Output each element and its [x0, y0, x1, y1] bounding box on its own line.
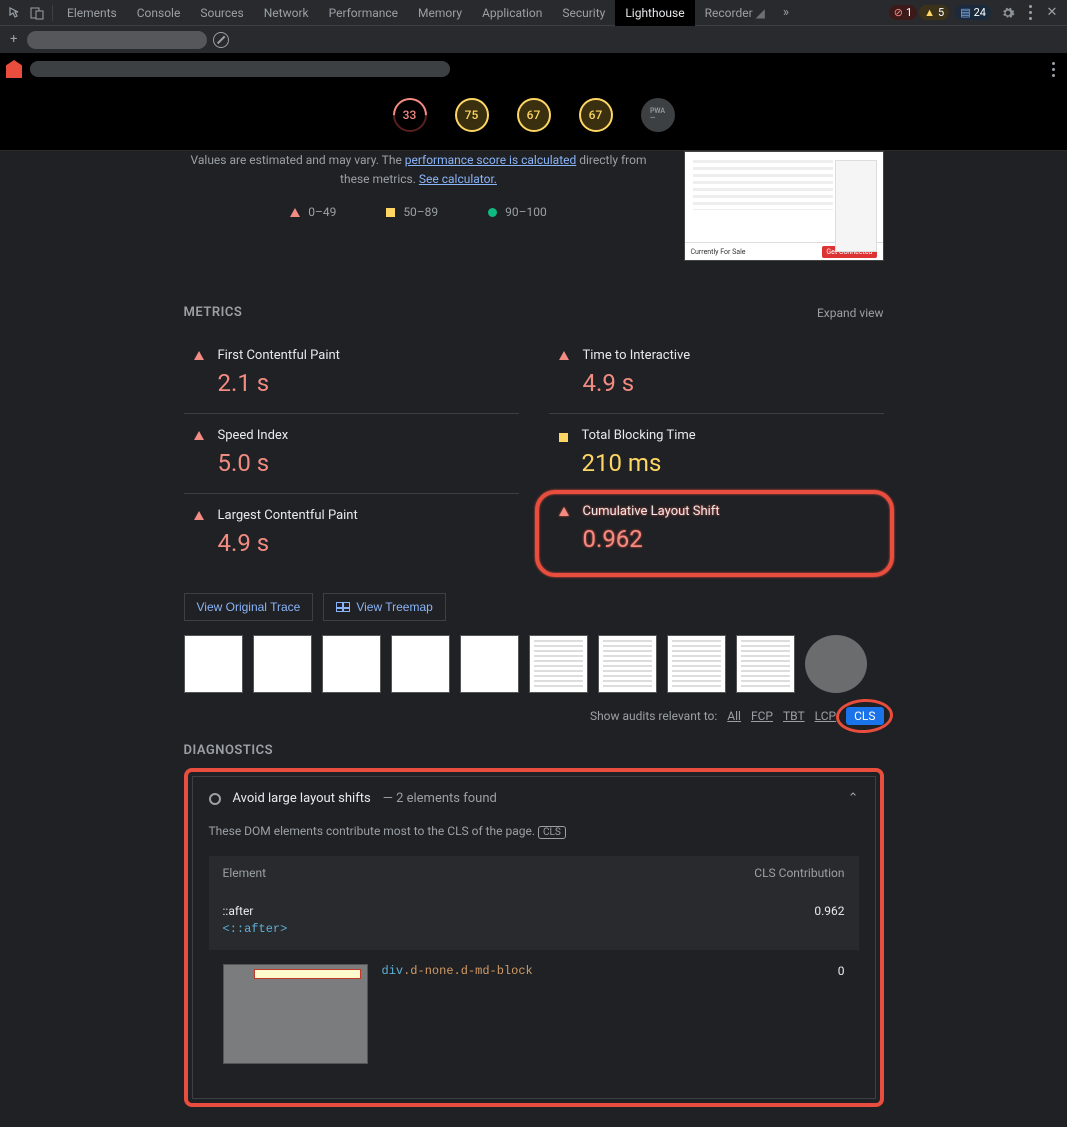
- film-frame[interactable]: [322, 635, 381, 693]
- tab-recorder[interactable]: Recorder ◢: [695, 0, 775, 26]
- legend-mid: 50–89: [386, 203, 438, 222]
- filter-tbt[interactable]: TBT: [783, 709, 805, 723]
- triangle-icon: [194, 431, 204, 440]
- divider: [52, 5, 53, 21]
- url-redacted: [30, 61, 450, 77]
- close-icon[interactable]: ✕: [1041, 2, 1063, 24]
- expand-view-link[interactable]: Expand view: [817, 306, 884, 320]
- filter-all[interactable]: All: [727, 709, 741, 723]
- view-trace-button[interactable]: View Original Trace: [184, 593, 314, 621]
- tab-application[interactable]: Application: [472, 0, 552, 26]
- legend-high: 90–100: [488, 203, 547, 222]
- calculator-link[interactable]: See calculator.: [419, 172, 497, 186]
- metric-fcp: First Contentful Paint 2.1 s: [184, 334, 519, 414]
- chevron-up-icon: ⌃: [848, 791, 859, 806]
- inspect-icon[interactable]: [4, 2, 26, 24]
- film-frame[interactable]: [253, 635, 312, 693]
- screenshot-preview: Currently For SaleGet Connected: [684, 151, 884, 261]
- lighthouse-logo-icon: [6, 60, 22, 78]
- triangle-icon: [194, 351, 204, 360]
- lighthouse-toolbar: +: [0, 26, 1067, 54]
- film-frame[interactable]: [391, 635, 450, 693]
- tab-elements[interactable]: Elements: [57, 0, 127, 26]
- device-toggle-icon[interactable]: [26, 2, 48, 24]
- message-badge[interactable]: ▤24: [955, 5, 991, 20]
- diagnostics-heading: DIAGNOSTICS: [184, 743, 884, 758]
- metric-si: Speed Index 5.0 s: [184, 414, 519, 494]
- tab-lighthouse[interactable]: Lighthouse: [615, 0, 694, 26]
- report-menu-icon[interactable]: [1045, 62, 1061, 77]
- cls-table-header: Element CLS Contribution: [209, 856, 859, 890]
- square-icon: [559, 433, 568, 442]
- perf-score-link[interactable]: performance score is calculated: [405, 153, 576, 167]
- film-frame[interactable]: [667, 635, 726, 693]
- film-frame[interactable]: [529, 635, 588, 693]
- audit-filter: Show audits relevant to: All FCP TBT LCP…: [184, 707, 884, 725]
- score-gauges: 33 75 67 67 PWA—: [0, 84, 1067, 151]
- diag-toggle[interactable]: Avoid large layout shifts — 2 elements f…: [193, 777, 875, 820]
- estimate-text: Values are estimated and may vary. The p…: [184, 151, 654, 223]
- metric-tti: Time to Interactive 4.9 s: [549, 334, 884, 414]
- circle-icon: [209, 793, 221, 805]
- gauge-pwa[interactable]: PWA—: [641, 98, 675, 132]
- gauge-seo[interactable]: 67: [579, 98, 613, 132]
- film-frame[interactable]: [460, 635, 519, 693]
- tab-performance[interactable]: Performance: [319, 0, 408, 26]
- tab-security[interactable]: Security: [552, 0, 615, 26]
- cls-row[interactable]: div.d-none.d-md-block 0: [209, 950, 859, 1078]
- tab-console[interactable]: Console: [127, 0, 191, 26]
- film-frame-final[interactable]: [805, 635, 867, 693]
- new-report-icon[interactable]: +: [6, 32, 21, 47]
- metrics-heading: METRICS: [184, 305, 243, 320]
- film-frame[interactable]: [736, 635, 795, 693]
- triangle-icon: [559, 507, 569, 516]
- settings-icon[interactable]: [997, 2, 1019, 24]
- more-tabs-icon[interactable]: »: [775, 2, 797, 24]
- element-thumbnail: [223, 964, 368, 1064]
- legend-low: 0–49: [290, 203, 336, 222]
- gauge-accessibility[interactable]: 75: [455, 98, 489, 132]
- film-frame[interactable]: [598, 635, 657, 693]
- view-treemap-button[interactable]: View Treemap: [323, 593, 445, 621]
- devtools-tab-bar: Elements Console Sources Network Perform…: [0, 0, 1067, 26]
- tab-sources[interactable]: Sources: [190, 0, 253, 26]
- metric-cls: Cumulative Layout Shift 0.962: [535, 490, 894, 577]
- issue-badges[interactable]: ⊘1 ▲5: [889, 5, 949, 20]
- film-frame[interactable]: [184, 635, 243, 693]
- filter-fcp[interactable]: FCP: [751, 709, 773, 723]
- metric-tbt: Total Blocking Time 210 ms: [549, 414, 884, 494]
- diag-description: These DOM elements contribute most to th…: [209, 824, 859, 838]
- gauge-best-practices[interactable]: 67: [517, 98, 551, 132]
- treemap-icon: [336, 602, 350, 612]
- clear-icon[interactable]: [213, 32, 229, 48]
- tab-network[interactable]: Network: [254, 0, 319, 26]
- filter-lcp[interactable]: LCP: [815, 709, 836, 723]
- filmstrip: [184, 635, 884, 693]
- report-tab-redacted[interactable]: [27, 31, 207, 49]
- kebab-icon[interactable]: [1019, 2, 1041, 24]
- triangle-icon: [559, 351, 569, 360]
- tab-memory[interactable]: Memory: [408, 0, 472, 26]
- triangle-icon: [194, 511, 204, 520]
- cls-row[interactable]: ::after <::after> 0.962: [209, 890, 859, 950]
- report-url-bar: [0, 54, 1067, 84]
- metric-lcp: Largest Contentful Paint 4.9 s: [184, 494, 519, 573]
- diagnostics-highlighted: Avoid large layout shifts — 2 elements f…: [184, 768, 884, 1107]
- filter-cls-active[interactable]: CLS: [846, 707, 883, 725]
- gauge-performance[interactable]: 33: [393, 98, 427, 132]
